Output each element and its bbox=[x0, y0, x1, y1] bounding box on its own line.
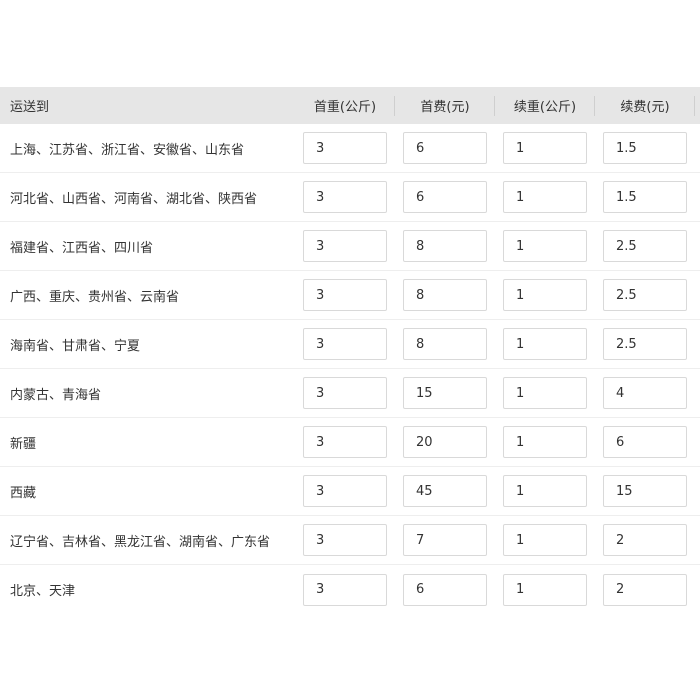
extra-fee-input[interactable] bbox=[603, 328, 687, 360]
extra-fee-input[interactable] bbox=[603, 279, 687, 311]
region-label: 福建省、江西省、四川省 bbox=[10, 240, 154, 256]
first-weight-input[interactable] bbox=[303, 426, 387, 458]
first-weight-input[interactable] bbox=[303, 328, 387, 360]
region-label: 辽宁省、吉林省、黑龙江省、湖南省、广东省 bbox=[10, 534, 271, 550]
header-first-weight: 首重(公斤) bbox=[313, 100, 377, 115]
table-row: 内蒙古、青海省 bbox=[0, 369, 700, 418]
region-label: 西藏 bbox=[10, 485, 37, 501]
extra-fee-input[interactable] bbox=[603, 475, 687, 507]
first-weight-input[interactable] bbox=[303, 181, 387, 213]
extra-weight-input[interactable] bbox=[503, 475, 587, 507]
table-row: 广西、重庆、贵州省、云南省 bbox=[0, 271, 700, 320]
first-fee-input[interactable] bbox=[403, 279, 487, 311]
extra-weight-input[interactable] bbox=[503, 377, 587, 409]
header-extra-weight-cell: 续重(公斤) bbox=[495, 87, 595, 124]
header-extra-fee: 续费(元) bbox=[620, 100, 670, 115]
first-fee-input[interactable] bbox=[403, 230, 487, 262]
region-label: 上海、江苏省、浙江省、安徽省、山东省 bbox=[10, 142, 245, 158]
shipping-fee-table: 运送到 首重(公斤) 首费(元) 续重(公斤) 续费(元) 上海、江苏省、浙江省… bbox=[0, 87, 700, 614]
first-weight-input[interactable] bbox=[303, 475, 387, 507]
first-fee-input[interactable] bbox=[403, 573, 487, 606]
extra-weight-input[interactable] bbox=[503, 426, 587, 458]
extra-weight-input[interactable] bbox=[503, 328, 587, 360]
first-fee-input[interactable] bbox=[403, 132, 487, 164]
header-first-fee: 首费(元) bbox=[420, 100, 470, 115]
first-fee-input[interactable] bbox=[403, 377, 487, 409]
region-label: 新疆 bbox=[10, 436, 37, 452]
extra-fee-input[interactable] bbox=[603, 132, 687, 164]
table-row: 西藏 bbox=[0, 467, 700, 516]
first-weight-input[interactable] bbox=[303, 279, 387, 311]
region-label: 内蒙古、青海省 bbox=[10, 387, 102, 403]
table-row: 福建省、江西省、四川省 bbox=[0, 222, 700, 271]
extra-fee-input[interactable] bbox=[603, 573, 687, 606]
extra-weight-input[interactable] bbox=[503, 573, 587, 606]
extra-weight-input[interactable] bbox=[503, 279, 587, 311]
extra-fee-input[interactable] bbox=[603, 377, 687, 409]
table-header: 运送到 首重(公斤) 首费(元) 续重(公斤) 续费(元) bbox=[0, 87, 700, 124]
first-weight-input[interactable] bbox=[303, 377, 387, 409]
table-row: 新疆 bbox=[0, 418, 700, 467]
table-row: 北京、天津 bbox=[0, 565, 700, 614]
first-weight-input[interactable] bbox=[303, 573, 387, 606]
table-row: 海南省、甘肃省、宁夏 bbox=[0, 320, 700, 369]
extra-fee-input[interactable] bbox=[603, 181, 687, 213]
first-weight-input[interactable] bbox=[303, 132, 387, 164]
extra-weight-input[interactable] bbox=[503, 230, 587, 262]
first-fee-input[interactable] bbox=[403, 328, 487, 360]
region-label: 北京、天津 bbox=[10, 584, 76, 599]
header-first-fee-cell: 首费(元) bbox=[395, 87, 495, 124]
first-fee-input[interactable] bbox=[403, 475, 487, 507]
first-weight-input[interactable] bbox=[303, 524, 387, 556]
first-weight-input[interactable] bbox=[303, 230, 387, 262]
region-label: 广西、重庆、贵州省、云南省 bbox=[10, 289, 180, 305]
extra-fee-input[interactable] bbox=[603, 230, 687, 262]
extra-weight-input[interactable] bbox=[503, 132, 587, 164]
extra-weight-input[interactable] bbox=[503, 524, 587, 556]
first-fee-input[interactable] bbox=[403, 181, 487, 213]
first-fee-input[interactable] bbox=[403, 524, 487, 556]
header-destination: 运送到 bbox=[10, 100, 50, 115]
region-label: 海南省、甘肃省、宁夏 bbox=[10, 338, 141, 354]
header-extra-weight: 续重(公斤) bbox=[513, 100, 577, 115]
table-row: 河北省、山西省、河南省、湖北省、陕西省 bbox=[0, 173, 700, 222]
region-label: 河北省、山西省、河南省、湖北省、陕西省 bbox=[10, 191, 258, 207]
table-row: 辽宁省、吉林省、黑龙江省、湖南省、广东省 bbox=[0, 516, 700, 565]
table-row: 上海、江苏省、浙江省、安徽省、山东省 bbox=[0, 124, 700, 173]
header-divider bbox=[694, 96, 695, 116]
extra-weight-input[interactable] bbox=[503, 181, 587, 213]
header-first-weight-cell: 首重(公斤) bbox=[295, 87, 395, 124]
header-extra-fee-cell: 续费(元) bbox=[595, 87, 695, 124]
extra-fee-input[interactable] bbox=[603, 426, 687, 458]
extra-fee-input[interactable] bbox=[603, 524, 687, 556]
first-fee-input[interactable] bbox=[403, 426, 487, 458]
